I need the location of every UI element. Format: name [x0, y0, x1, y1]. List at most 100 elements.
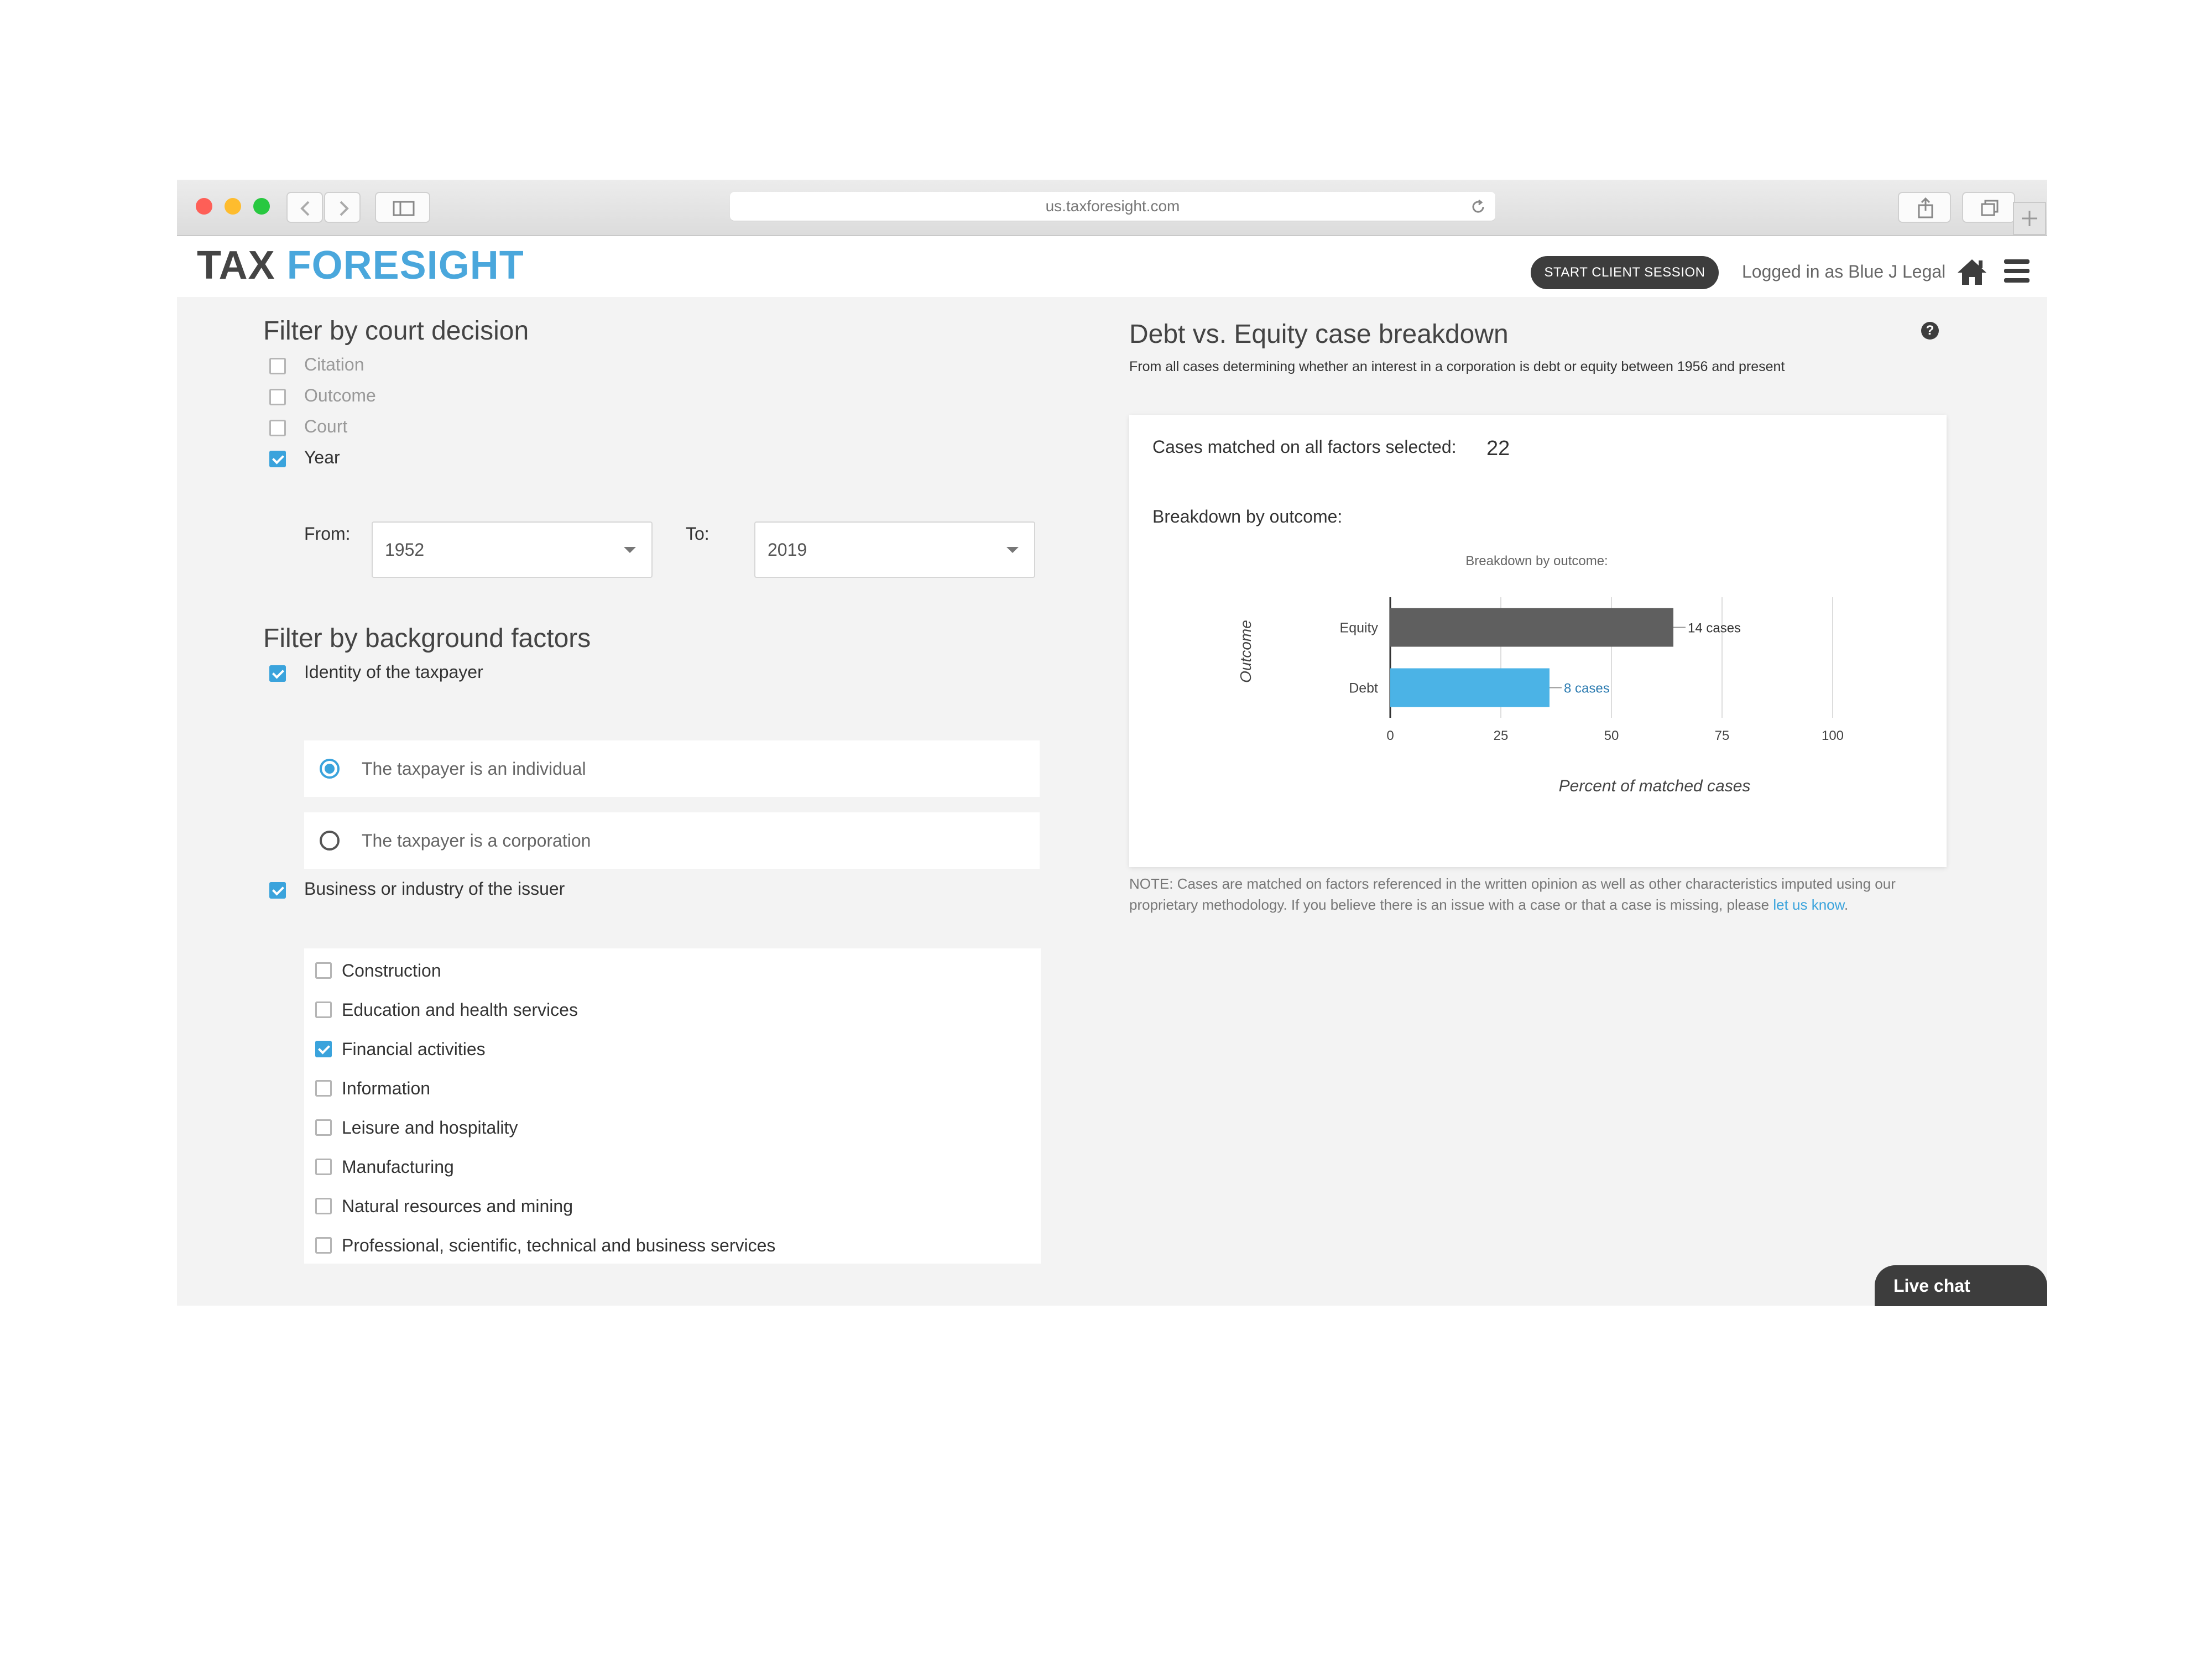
individual-radio-label: The taxpayer is an individual — [362, 759, 586, 779]
logo-text-foresight: FORESIGHT — [286, 243, 524, 288]
share-button[interactable] — [1898, 192, 1951, 223]
from-year-value: 1952 — [385, 540, 425, 560]
business-label: Business or industry of the issuer — [304, 879, 565, 899]
industry-checkbox[interactable] — [315, 1198, 332, 1214]
tabs-icon — [1981, 200, 1999, 216]
industry-label: Leisure and hospitality — [342, 1118, 518, 1138]
help-icon[interactable]: ? — [1921, 322, 1939, 340]
note-end: . — [1844, 896, 1849, 913]
chart-marks: 0 25 50 75 100 Equity 14 cases Debt 8 cases — [1340, 608, 1844, 743]
note-text: NOTE: Cases are matched on factors refer… — [1129, 873, 1948, 915]
industry-label: Manufacturing — [342, 1157, 454, 1177]
industry-checkbox[interactable] — [315, 1041, 332, 1057]
breakdown-title: Debt vs. Equity case breakdown — [1129, 320, 1509, 349]
logged-in-status: Logged in as Blue J Legal — [1742, 262, 1946, 281]
industry-checkbox[interactable] — [315, 1159, 332, 1175]
from-label: From: — [304, 524, 351, 544]
chart-title: Breakdown by outcome: — [1465, 554, 1608, 568]
chart-y-axis-label: Outcome — [1237, 620, 1254, 683]
radio-option-individual[interactable]: The taxpayer is an individual — [304, 740, 1040, 797]
chart-data-label: 14 cases — [1688, 621, 1741, 636]
sidebar-toggle-button[interactable] — [375, 192, 430, 223]
outcome-heading: Breakdown by outcome: — [1152, 507, 1343, 526]
chart-x-tick-label: 25 — [1494, 728, 1509, 743]
court-checkbox[interactable] — [269, 420, 286, 436]
outcome-checkbox[interactable] — [269, 389, 286, 405]
from-year-select[interactable]: 1952 — [372, 521, 653, 578]
chart-x-tick-label: 50 — [1604, 728, 1619, 743]
browser-window: us.taxforesight.com TAX FORESIGHT START … — [177, 180, 2047, 1306]
chart-data-label: 8 cases — [1564, 681, 1610, 696]
breakdown-card: Cases matched on all factors selected: 2… — [1129, 415, 1947, 867]
industry-label: Natural resources and mining — [342, 1196, 573, 1216]
year-label: Year — [304, 447, 340, 467]
industry-checkbox[interactable] — [315, 1080, 332, 1097]
chart-bar-equity — [1390, 608, 1673, 647]
corporation-radio[interactable] — [320, 831, 340, 851]
start-client-session-button[interactable]: START CLIENT SESSION — [1531, 256, 1719, 289]
minimize-window-button[interactable] — [225, 198, 241, 215]
chart-x-tick-label: 100 — [1822, 728, 1844, 743]
industry-checkbox[interactable] — [315, 962, 332, 979]
caret-down-icon — [624, 547, 636, 553]
corporation-radio-label: The taxpayer is a corporation — [362, 831, 591, 851]
industry-label: Education and health services — [342, 1000, 578, 1020]
reload-icon[interactable] — [1470, 199, 1486, 215]
identity-label: Identity of the taxpayer — [304, 662, 483, 682]
live-chat-button[interactable]: Live chat — [1875, 1265, 2047, 1306]
logo-text-tax: TAX — [197, 243, 275, 288]
outcome-label: Outcome — [304, 385, 376, 405]
address-bar[interactable]: us.taxforesight.com — [730, 192, 1495, 221]
tabs-overview-button[interactable] — [1962, 192, 2015, 223]
to-year-value: 2019 — [768, 540, 807, 560]
chart-category-label: Equity — [1340, 620, 1379, 636]
close-window-button[interactable] — [196, 198, 212, 215]
citation-checkbox[interactable] — [269, 358, 286, 374]
business-checkbox[interactable] — [269, 882, 286, 899]
industry-checkbox[interactable] — [315, 1237, 332, 1254]
breakdown-subtitle: From all cases determining whether an in… — [1129, 359, 1785, 374]
matched-count: 22 — [1486, 437, 1510, 460]
hamburger-menu-icon[interactable] — [2003, 258, 2031, 284]
court-filter-title: Filter by court decision — [263, 316, 529, 346]
browser-toolbar: us.taxforesight.com — [177, 180, 2047, 236]
citation-label: Citation — [304, 354, 364, 374]
forward-button[interactable] — [324, 192, 361, 223]
chart-category-label: Debt — [1349, 681, 1378, 696]
to-label: To: — [686, 524, 709, 544]
industry-list: Construction Education and health servic… — [304, 948, 1041, 1264]
maximize-window-button[interactable] — [253, 198, 270, 215]
industry-label: Professional, scientific, technical and … — [342, 1235, 776, 1255]
chart-x-tick-label: 0 — [1386, 728, 1394, 743]
chart-bar-debt — [1390, 668, 1550, 707]
share-icon — [1918, 197, 1933, 218]
court-label: Court — [304, 416, 348, 436]
individual-radio[interactable] — [320, 759, 340, 779]
industry-checkbox[interactable] — [315, 1001, 332, 1018]
back-button[interactable] — [286, 192, 323, 223]
chevron-right-icon — [340, 201, 349, 216]
background-filter-title: Filter by background factors — [263, 624, 591, 653]
chart-x-tick-label: 75 — [1715, 728, 1730, 743]
let-us-know-link[interactable]: let us know — [1773, 896, 1844, 913]
outcome-bar-chart: Breakdown by outcome: 0 25 50 75 100 Equity 14… — [1237, 554, 1844, 795]
chevron-left-icon — [300, 201, 310, 216]
matched-label: Cases matched on all factors selected: — [1152, 437, 1457, 457]
to-year-select[interactable]: 2019 — [754, 521, 1035, 578]
industry-label: Construction — [342, 961, 441, 980]
new-tab-button[interactable] — [2013, 202, 2046, 235]
plus-icon — [2022, 211, 2037, 226]
url-text: us.taxforesight.com — [1045, 197, 1180, 215]
industry-label: Information — [342, 1078, 431, 1098]
chart-x-axis-label: Percent of matched cases — [1559, 777, 1751, 795]
app-header: TAX FORESIGHT START CLIENT SESSION Logge… — [177, 236, 2047, 297]
home-icon[interactable] — [1957, 257, 1987, 286]
caret-down-icon — [1006, 547, 1019, 553]
sidebar-icon — [393, 201, 415, 216]
industry-label: Financial activities — [342, 1039, 486, 1059]
year-checkbox[interactable] — [269, 451, 286, 467]
identity-checkbox[interactable] — [269, 665, 286, 682]
radio-option-corporation[interactable]: The taxpayer is a corporation — [304, 812, 1040, 869]
industry-checkbox[interactable] — [315, 1119, 332, 1136]
logo[interactable]: TAX FORESIGHT — [197, 243, 524, 288]
